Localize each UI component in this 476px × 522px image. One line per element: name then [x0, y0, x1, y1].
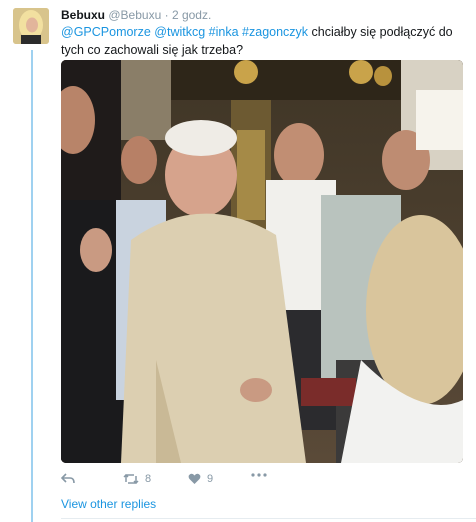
- author-handle[interactable]: @Bebuxu: [108, 8, 161, 22]
- tweet-actions: 8 9: [61, 473, 361, 489]
- retweet-action[interactable]: 8: [123, 473, 151, 485]
- divider: [61, 518, 476, 519]
- tweet-header: Bebuxu @Bebuxu · 2 godz.: [61, 8, 211, 22]
- retweet-icon: [123, 473, 139, 485]
- mention-twitkcg[interactable]: @twitkcg: [154, 25, 205, 39]
- author-name[interactable]: Bebuxu: [61, 8, 105, 22]
- hashtag-inka[interactable]: #inka: [209, 25, 239, 39]
- avatar[interactable]: [13, 8, 49, 44]
- like-action[interactable]: 9: [188, 473, 213, 485]
- photo-image: [61, 60, 463, 463]
- like-count: 9: [207, 473, 214, 485]
- hashtag-zagonczyk[interactable]: #zagonczyk: [242, 25, 308, 39]
- tweet-time[interactable]: 2 godz.: [172, 8, 211, 22]
- reply-action[interactable]: [61, 473, 81, 485]
- header-separator: ·: [164, 8, 169, 22]
- reply-icon: [61, 473, 75, 484]
- mention-gpcpomorze[interactable]: @GPCPomorze: [61, 25, 151, 39]
- more-action[interactable]: [251, 473, 267, 477]
- more-icon: [251, 473, 267, 477]
- thread-line: [31, 50, 33, 522]
- tweet-photo[interactable]: [61, 60, 463, 463]
- view-other-replies-link[interactable]: View other replies: [61, 497, 156, 511]
- tweet-text: @GPCPomorze @twitkcg #inka #zagonczyk ch…: [61, 23, 461, 59]
- heart-icon: [188, 473, 201, 484]
- retweet-count: 8: [145, 473, 152, 485]
- avatar-image: [13, 8, 49, 44]
